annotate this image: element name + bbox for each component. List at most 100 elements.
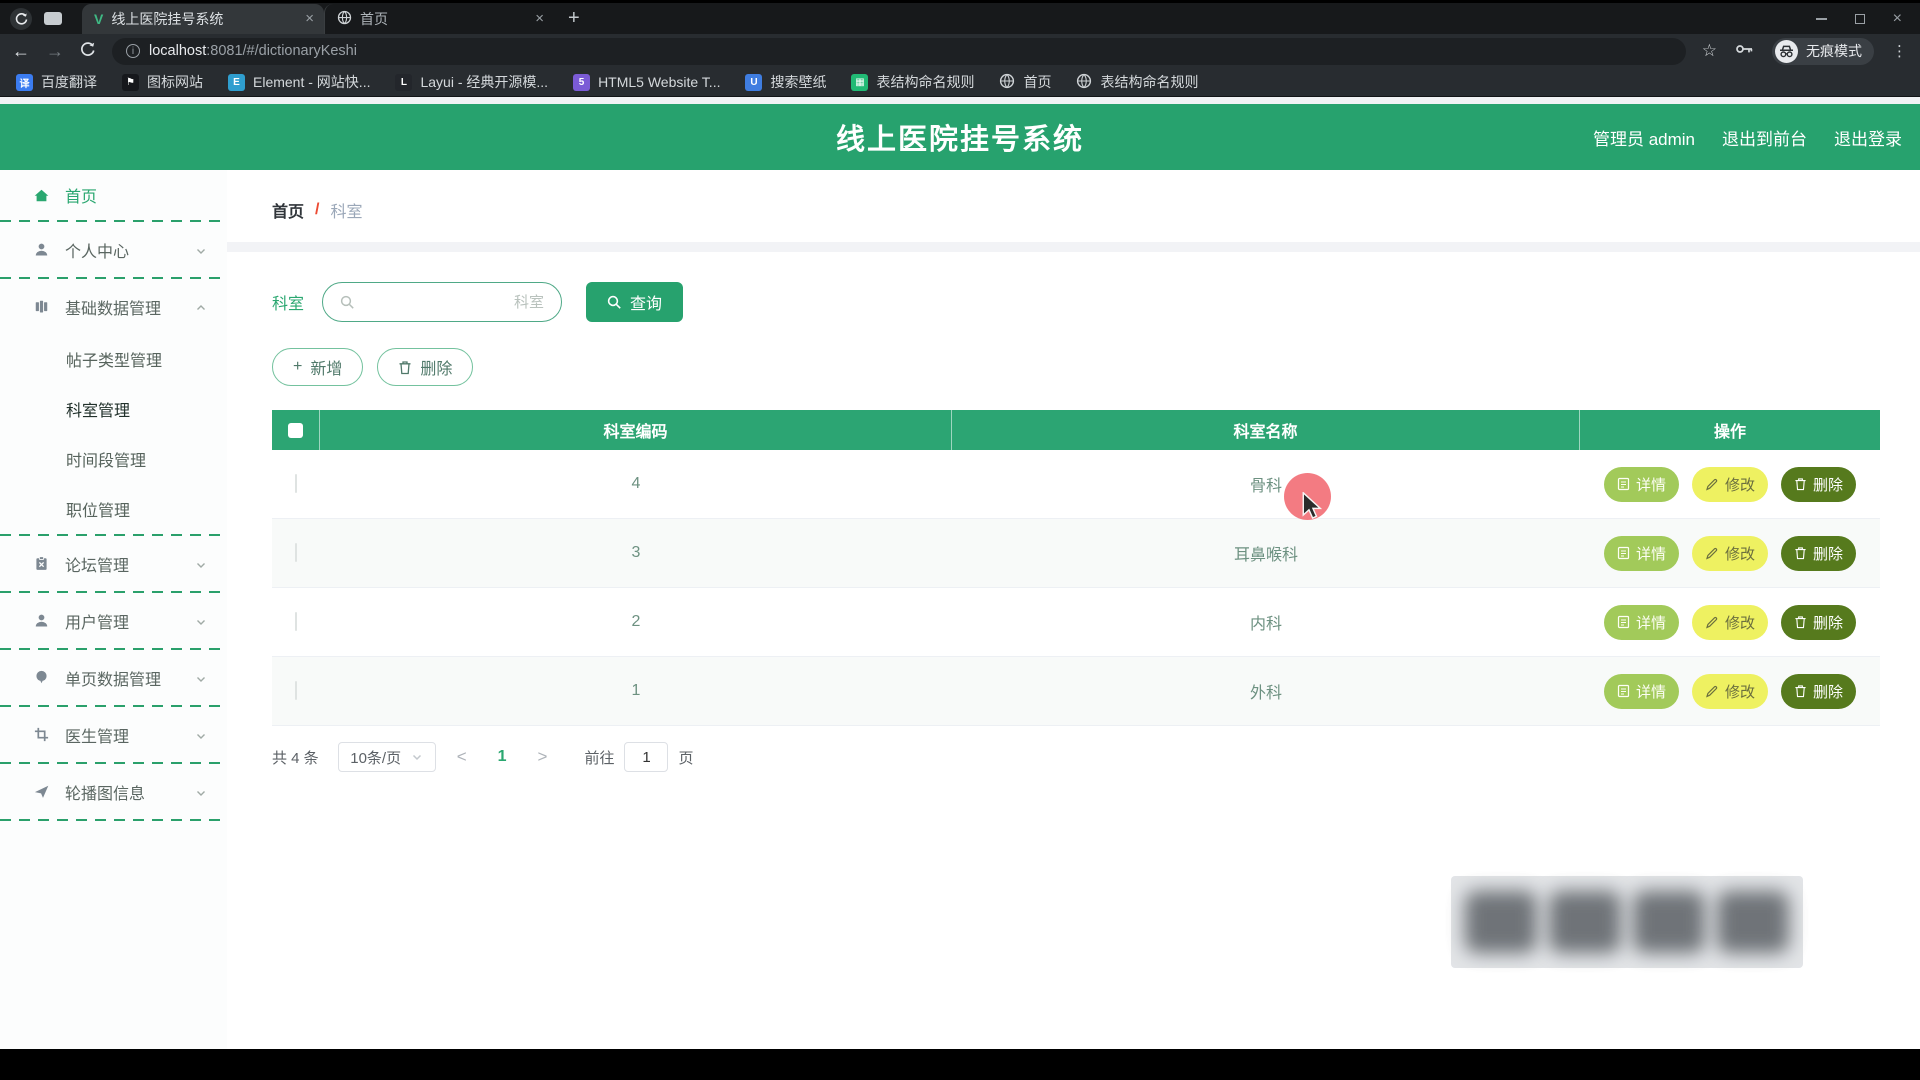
department-code-cell: 3	[320, 544, 952, 562]
detail-icon	[1617, 546, 1630, 560]
layui-icon: L	[395, 74, 412, 91]
chevron-down-icon	[195, 786, 207, 798]
prev-page-button[interactable]: <	[449, 747, 475, 767]
select-all-checkbox[interactable]	[288, 423, 303, 438]
chevron-down-icon	[195, 672, 207, 684]
detail-button[interactable]: 详情	[1604, 536, 1679, 571]
maximize-button[interactable]	[1855, 14, 1865, 24]
sidebar-item-6[interactable]: 医生管理	[0, 707, 227, 762]
row-checkbox[interactable]	[295, 612, 297, 631]
tab-close-icon[interactable]: ×	[535, 10, 544, 27]
new-tab-button[interactable]: +	[568, 7, 580, 30]
sidebar-subitem[interactable]: 时间段管理	[0, 434, 227, 484]
delete-button[interactable]: 删除	[1781, 674, 1856, 709]
sidebar-item-1[interactable]: 个人中心	[0, 222, 227, 277]
back-icon[interactable]: ←	[12, 41, 30, 62]
toolbar-right: ☆ 无痕模式 ⋮	[1702, 38, 1908, 65]
bookmark-item[interactable]: U搜索壁纸	[745, 72, 826, 92]
sidebar-item-label: 个人中心	[65, 238, 129, 262]
watermark-blob	[1633, 891, 1705, 953]
refresh-icon[interactable]	[80, 41, 96, 62]
browser-tab-active[interactable]: V 线上医院挂号系统 ×	[82, 4, 324, 34]
admin-user-label[interactable]: 管理员 admin	[1593, 125, 1695, 150]
column-header-name: 科室名称	[952, 410, 1580, 450]
sidebar-subitem[interactable]: 帖子类型管理	[0, 334, 227, 384]
edit-button[interactable]: 修改	[1692, 536, 1768, 571]
sidebar-item-0[interactable]: 首页	[0, 170, 227, 220]
sidebar-item-2[interactable]: 基础数据管理	[0, 279, 227, 334]
detail-button[interactable]: 详情	[1604, 467, 1679, 502]
incognito-badge[interactable]: 无痕模式	[1772, 38, 1874, 65]
element-icon: E	[228, 74, 245, 91]
minimize-button[interactable]	[1816, 18, 1827, 20]
page-size-select[interactable]: 10条/页	[338, 742, 436, 772]
close-window-button[interactable]: ×	[1893, 14, 1902, 24]
goto-page: 前往 页	[584, 742, 693, 772]
site-info-icon[interactable]	[126, 44, 140, 58]
bookmark-item[interactable]: EElement - 网站快...	[228, 72, 370, 92]
sidebar-subitem[interactable]: 职位管理	[0, 484, 227, 534]
sidebar-item-4[interactable]: 用户管理	[0, 593, 227, 648]
plus-icon: +	[293, 358, 302, 376]
bookmark-item[interactable]: 5HTML5 Website T...	[573, 74, 720, 91]
next-page-button[interactable]: >	[530, 747, 556, 767]
edit-button[interactable]: 修改	[1692, 605, 1768, 640]
sidebar: 首页个人中心基础数据管理帖子类型管理科室管理时间段管理职位管理论坛管理用户管理单…	[0, 170, 227, 1049]
query-button[interactable]: 查询	[586, 282, 683, 322]
search-icon	[340, 295, 355, 310]
detail-button[interactable]: 详情	[1604, 605, 1679, 640]
bookmark-label: 表结构命名规则	[1100, 72, 1198, 92]
breadcrumb-home[interactable]: 首页	[272, 198, 304, 222]
row-checkbox[interactable]	[295, 681, 297, 700]
tab-close-icon[interactable]: ×	[305, 10, 314, 27]
flag-icon: ⚑	[122, 74, 139, 91]
logout-link[interactable]: 退出登录	[1834, 125, 1902, 150]
bookmark-label: 首页	[1023, 72, 1051, 92]
home-icon	[33, 187, 50, 204]
sidebar-item-7[interactable]: 轮播图信息	[0, 764, 227, 819]
detail-button[interactable]: 详情	[1604, 674, 1679, 709]
sidebar-subitem[interactable]: 科室管理	[0, 384, 227, 434]
search-input[interactable]	[363, 294, 544, 311]
bookmark-item[interactable]: ⚑图标网站	[122, 72, 203, 92]
delete-selected-button[interactable]: 删除	[377, 348, 473, 386]
page-suffix-label: 页	[678, 747, 693, 768]
sidebar-item-label: 首页	[65, 183, 97, 207]
edit-icon	[1705, 684, 1719, 698]
sidebar-item-3[interactable]: 论坛管理	[0, 536, 227, 591]
bookmark-item[interactable]: LLayui - 经典开源模...	[395, 72, 548, 92]
column-header-code: 科室编码	[320, 410, 952, 450]
sidebar-item-5[interactable]: 单页数据管理	[0, 650, 227, 705]
chevron-up-icon	[195, 301, 207, 313]
add-button[interactable]: + 新增	[272, 348, 363, 386]
bookmark-item[interactable]: 首页	[999, 72, 1051, 92]
current-page[interactable]: 1	[488, 748, 517, 766]
delete-button[interactable]: 删除	[1781, 467, 1856, 502]
address-bar[interactable]: localhost:8081/#/dictionaryKeshi	[112, 38, 1686, 65]
menu-kebab-icon[interactable]: ⋮	[1892, 42, 1908, 60]
key-icon[interactable]	[1735, 42, 1754, 61]
forward-icon[interactable]: →	[46, 41, 64, 62]
bookmark-star-icon[interactable]: ☆	[1702, 41, 1717, 61]
sidebar-item-label: 论坛管理	[65, 552, 129, 576]
edit-button[interactable]: 修改	[1692, 674, 1768, 709]
browser-tabstrip: V 线上医院挂号系统 × 首页 × + ×	[0, 0, 1920, 34]
goto-page-input[interactable]	[624, 742, 668, 772]
delete-button[interactable]: 删除	[1781, 605, 1856, 640]
bookmark-item[interactable]: 译百度翻译	[16, 72, 97, 92]
tab-title: 首页	[360, 9, 527, 29]
bookmark-item[interactable]: ▦表结构命名规则	[851, 72, 974, 92]
table-body: 4骨科详情修改删除3耳鼻喉科详情修改删除2内科详情修改删除1外科详情修改删除	[272, 450, 1880, 726]
delete-button[interactable]: 删除	[1781, 536, 1856, 571]
column-header-actions: 操作	[1580, 410, 1880, 450]
globe-icon	[1076, 73, 1092, 92]
browser-tab-2[interactable]: 首页 ×	[324, 4, 554, 34]
row-checkbox[interactable]	[295, 543, 297, 562]
department-code-cell: 4	[320, 475, 952, 493]
row-checkbox[interactable]	[295, 474, 297, 493]
exit-to-front-link[interactable]: 退出到前台	[1722, 125, 1807, 150]
table-row: 3耳鼻喉科详情修改删除	[272, 519, 1880, 588]
bookmark-item[interactable]: 表结构命名规则	[1076, 72, 1198, 92]
edit-button[interactable]: 修改	[1692, 467, 1768, 502]
pagination-total: 共 4 条	[272, 747, 319, 768]
